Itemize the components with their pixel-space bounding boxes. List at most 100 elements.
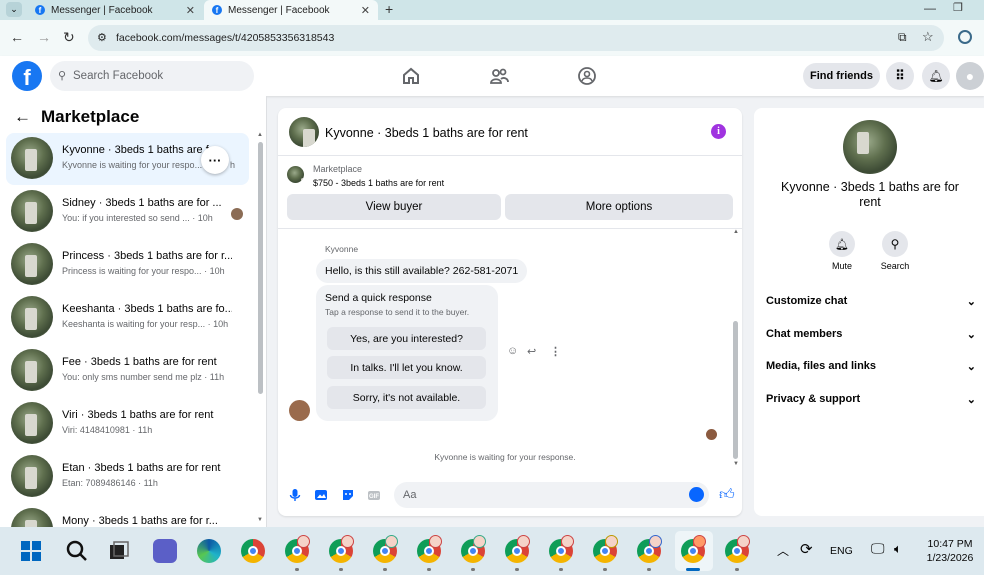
minimize-icon[interactable]: —: [924, 1, 936, 15]
message-bubble[interactable]: Hello, is this still available? 262-581-…: [316, 259, 528, 283]
chat-avatar[interactable]: [289, 117, 319, 147]
tray-chevron-up-icon[interactable]: ︿: [777, 542, 789, 559]
conversation-more-button[interactable]: ···: [201, 146, 229, 174]
facebook-logo[interactable]: f: [12, 61, 42, 91]
user-silhouette-icon: ●: [965, 68, 975, 84]
search-placeholder: Search Facebook: [73, 70, 164, 82]
chrome-profile-icon[interactable]: [505, 535, 530, 563]
mute-button[interactable]: 🔔︎: [829, 231, 855, 257]
groups-icon[interactable]: [577, 66, 597, 86]
edge-icon[interactable]: [197, 539, 221, 563]
quick-reply-unavailable-button[interactable]: Sorry, it's not available.: [327, 386, 486, 409]
language-indicator[interactable]: ENG: [830, 545, 853, 557]
menu-button[interactable]: ⠿: [886, 62, 914, 90]
conversation-item[interactable]: Sidney · 3beds 1 baths are for ... You: …: [6, 186, 249, 238]
listing-title[interactable]: $750 - 3beds 1 baths are for rent: [313, 178, 444, 188]
profile-icon[interactable]: [958, 30, 972, 44]
quick-reply-talks-button[interactable]: In talks. I'll let you know.: [327, 356, 486, 379]
mute-label: Mute: [831, 261, 852, 271]
chrome-profile-icon[interactable]: [329, 535, 354, 563]
bookmark-star-icon[interactable]: ☆: [922, 29, 934, 45]
info-icon[interactable]: i: [711, 124, 726, 139]
reply-icon[interactable]: ↩: [527, 345, 536, 358]
sync-icon[interactable]: ⟳: [800, 540, 813, 558]
notifications-button[interactable]: 🔔︎: [922, 62, 950, 90]
back-icon[interactable]: ←: [10, 29, 24, 45]
friends-icon[interactable]: [489, 66, 509, 86]
chrome-profile-icon[interactable]: [461, 535, 486, 563]
forward-icon[interactable]: →: [37, 29, 51, 45]
home-icon[interactable]: [401, 66, 421, 86]
account-avatar[interactable]: ●: [956, 62, 984, 90]
chat-scrollbar[interactable]: [733, 321, 738, 459]
conversation-item[interactable]: Etan · 3beds 1 baths are for rent Etan: …: [6, 451, 249, 503]
chrome-profile-icon[interactable]: [725, 535, 750, 563]
tab-close-icon[interactable]: ✕: [186, 4, 195, 17]
search-facebook-input[interactable]: ⚲ Search Facebook: [50, 61, 254, 91]
thumbs-up-icon[interactable]: 👍︎: [719, 486, 735, 504]
more-options-button[interactable]: More options: [505, 194, 733, 220]
conversation-item[interactable]: Mony · 3beds 1 baths are for r...: [6, 504, 249, 527]
profile-badge-icon: [517, 535, 530, 548]
photo-icon[interactable]: [314, 488, 328, 502]
quick-reply-yes-button[interactable]: Yes, are you interested?: [327, 327, 486, 350]
view-buyer-button[interactable]: View buyer: [287, 194, 501, 220]
chrome-icon[interactable]: [241, 539, 265, 563]
avatar: [11, 243, 53, 285]
details-avatar[interactable]: [843, 120, 897, 174]
react-emoji-icon[interactable]: ☺: [507, 345, 518, 357]
search-conversation-button[interactable]: ⚲: [882, 231, 908, 257]
chat-members-section[interactable]: Chat members ⌄: [766, 328, 976, 341]
chrome-profile-icon[interactable]: [285, 535, 310, 563]
avatar: [11, 349, 53, 391]
scroll-down-arrow-icon[interactable]: ▼: [733, 461, 739, 467]
customize-chat-section[interactable]: Customize chat ⌄: [766, 295, 976, 308]
display-icon[interactable]: 🖵: [871, 540, 885, 557]
chrome-profile-icon[interactable]: [593, 535, 618, 563]
task-view-icon[interactable]: [108, 540, 130, 562]
bell-icon: 🔔︎: [835, 238, 849, 251]
conversation-item[interactable]: Viri · 3beds 1 baths are for rent Viri: …: [6, 398, 249, 450]
active-indicator: [686, 568, 700, 571]
conversation-item[interactable]: Fee · 3beds 1 baths are for rent You: on…: [6, 345, 249, 397]
gif-icon[interactable]: GIF: [367, 488, 381, 502]
tab-list-chevron-icon[interactable]: ⌄: [6, 2, 22, 17]
media-files-section[interactable]: Media, files and links ⌄: [766, 360, 976, 373]
chat-title[interactable]: Kyvonne · 3beds 1 baths are for rent: [325, 126, 528, 140]
url-field[interactable]: ⚙ facebook.com/messages/t/42058533563185…: [88, 25, 944, 51]
chrome-profile-icon[interactable]: [637, 535, 662, 563]
tab-close-icon[interactable]: ✕: [361, 4, 370, 17]
sticker-icon[interactable]: [341, 488, 355, 502]
message-input[interactable]: Aa: [394, 482, 709, 508]
find-friends-button[interactable]: Find friends: [803, 63, 880, 89]
site-info-icon[interactable]: ⚙: [97, 31, 107, 44]
search-icon[interactable]: [65, 539, 89, 563]
scroll-up-arrow-icon[interactable]: ▲: [257, 132, 263, 138]
scroll-down-arrow-icon[interactable]: ▼: [257, 517, 263, 523]
section-label: Customize chat: [766, 295, 848, 307]
system-clock[interactable]: 10:47 PM 1/23/2026: [920, 537, 980, 565]
conversation-item[interactable]: Princess · 3beds 1 baths are for r... Pr…: [6, 239, 249, 291]
volume-icon[interactable]: 🔈︎: [894, 541, 902, 557]
new-tab-icon[interactable]: +: [385, 1, 393, 17]
conversation-preview: Princess is waiting for your respo... · …: [62, 266, 225, 276]
more-vertical-icon[interactable]: ⋮: [550, 345, 561, 358]
privacy-support-section[interactable]: Privacy & support ⌄: [766, 393, 976, 406]
reload-icon[interactable]: ↻: [63, 29, 75, 46]
chrome-profile-icon[interactable]: [549, 535, 574, 563]
browser-tab-2[interactable]: f Messenger | Facebook ✕: [204, 0, 378, 20]
chrome-profile-icon[interactable]: [417, 535, 442, 563]
conversation-item[interactable]: Keeshanta · 3beds 1 baths are fo... Kees…: [6, 292, 249, 344]
teams-meet-icon[interactable]: [153, 539, 177, 563]
chrome-profile-icon[interactable]: [373, 535, 398, 563]
restore-window-icon[interactable]: ❐: [953, 1, 963, 14]
scroll-up-arrow-icon[interactable]: ▲: [733, 229, 739, 235]
back-arrow-icon[interactable]: ←: [14, 107, 31, 127]
microphone-icon[interactable]: [288, 488, 302, 502]
install-app-icon[interactable]: ⧉: [898, 30, 907, 45]
emoji-icon[interactable]: [689, 487, 704, 502]
sidebar-scrollbar[interactable]: [258, 142, 263, 394]
browser-tab-1[interactable]: f Messenger | Facebook ✕: [27, 0, 203, 20]
chrome-profile-icon[interactable]: [681, 535, 706, 563]
windows-start-icon[interactable]: [20, 540, 42, 562]
